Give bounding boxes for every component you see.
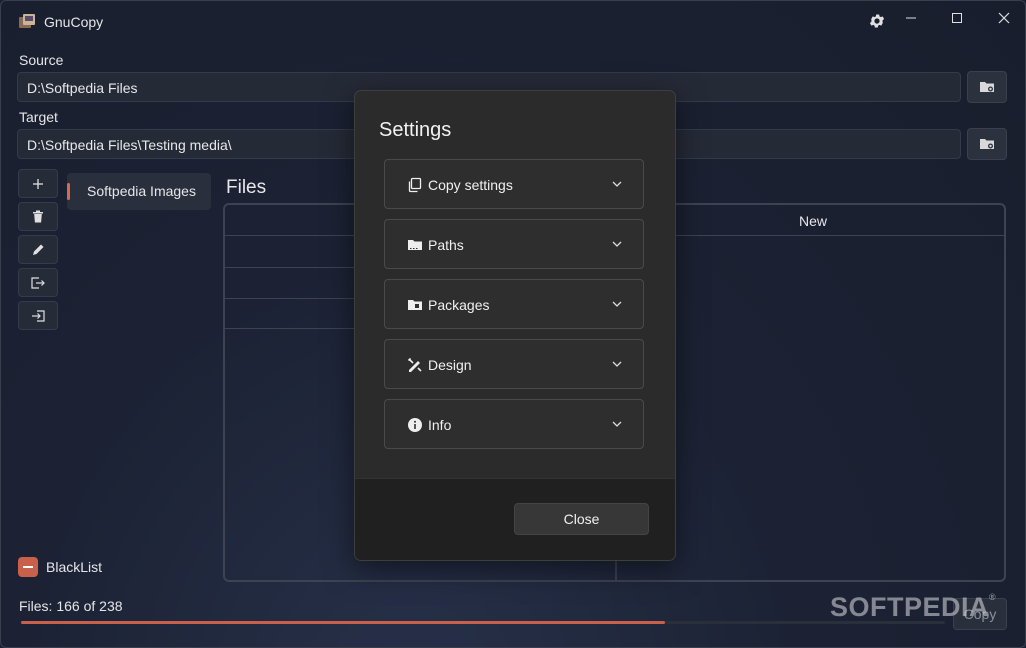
app-logo-icon	[19, 14, 35, 28]
expander-label: Copy settings	[428, 177, 513, 193]
info-expander[interactable]: Info	[384, 399, 644, 449]
gear-icon[interactable]	[868, 12, 886, 30]
expander-label: Info	[428, 417, 452, 433]
maximize-button[interactable]	[943, 9, 971, 27]
browse-target-button[interactable]	[967, 128, 1007, 160]
chevron-down-icon	[612, 181, 622, 187]
settings-dialog: Settings Copy settings Paths Packages De…	[354, 90, 676, 561]
close-window-button[interactable]	[990, 9, 1018, 27]
trash-icon	[33, 210, 43, 223]
import-icon	[32, 309, 45, 322]
paths-expander[interactable]: Paths	[384, 219, 644, 269]
info-icon	[408, 418, 422, 432]
plus-icon	[33, 178, 43, 189]
import-button[interactable]	[18, 301, 58, 330]
column-header-new[interactable]: New	[799, 213, 827, 229]
source-label: Source	[19, 52, 64, 68]
dialog-title: Settings	[379, 119, 452, 141]
copy-icon	[408, 177, 422, 193]
design-tools-icon	[407, 357, 422, 372]
delete-package-button[interactable]	[18, 202, 58, 231]
minimize-icon	[906, 17, 916, 19]
title-bar: GnuCopy	[1, 1, 1025, 39]
blacklist-label: BlackList	[46, 559, 103, 575]
design-expander[interactable]: Design	[384, 339, 644, 389]
chevron-down-icon	[612, 301, 622, 307]
packages-expander[interactable]: Packages	[384, 279, 644, 329]
softpedia-watermark: SOFTPEDIA®	[830, 592, 996, 623]
package-folder-icon	[408, 300, 422, 310]
package-item-label: Softpedia Images	[87, 183, 196, 199]
expander-label: Paths	[428, 237, 464, 253]
window-title: GnuCopy	[44, 14, 104, 30]
close-dialog-button[interactable]: Close	[514, 503, 649, 535]
folder-browse-icon	[980, 82, 994, 92]
watermark-mark: ®	[989, 592, 997, 602]
expander-label: Design	[428, 357, 472, 373]
chevron-down-icon	[612, 361, 622, 367]
blacklist-checkbox[interactable]	[18, 557, 38, 577]
app-window: GnuCopy Source D:\Softpedia Files Target…	[0, 0, 1026, 648]
pencil-icon	[32, 244, 43, 255]
folder-icon	[408, 240, 422, 250]
close-icon	[998, 12, 1010, 24]
copy-progress-bar	[21, 621, 945, 624]
copy-settings-expander[interactable]: Copy settings	[384, 159, 644, 209]
add-package-button[interactable]	[18, 169, 58, 198]
expander-label: Packages	[428, 297, 490, 313]
selection-indicator	[67, 183, 70, 200]
copy-progress-fill	[21, 621, 666, 624]
chevron-down-icon	[612, 241, 622, 247]
browse-source-button[interactable]	[967, 71, 1007, 103]
files-heading: Files	[226, 177, 267, 198]
export-button[interactable]	[18, 268, 58, 297]
minimize-button[interactable]	[897, 9, 925, 27]
folder-browse-icon	[980, 139, 994, 149]
chevron-down-icon	[612, 421, 622, 427]
watermark-text: SOFTPEDIA	[830, 592, 990, 622]
edit-package-button[interactable]	[18, 235, 58, 264]
package-item[interactable]: Softpedia Images	[67, 173, 211, 210]
target-label: Target	[19, 109, 58, 125]
maximize-icon	[952, 13, 962, 23]
export-icon	[31, 276, 45, 289]
files-count-status: Files: 166 of 238	[19, 598, 123, 614]
dialog-footer: Close	[355, 478, 675, 560]
